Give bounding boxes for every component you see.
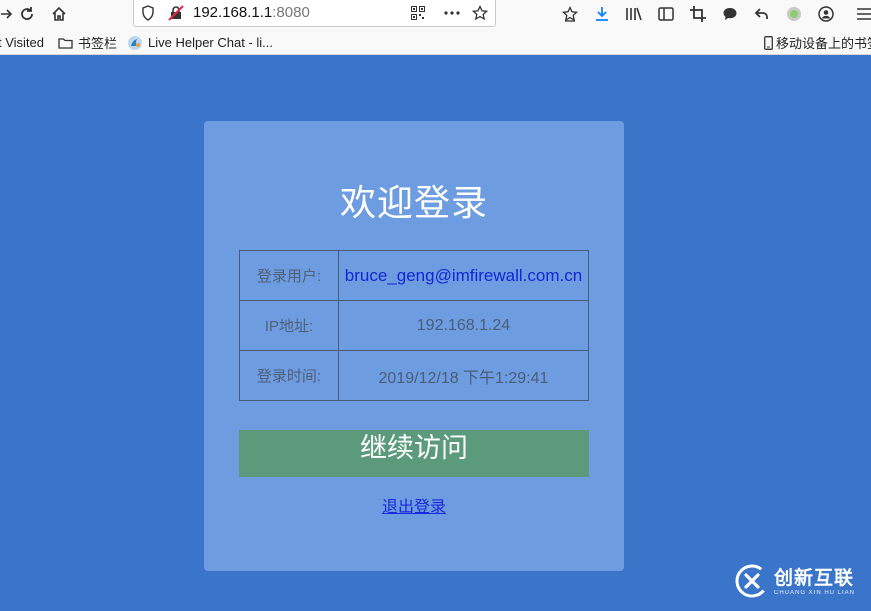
mobile-device-icon — [764, 35, 773, 50]
table-row: 登录时间: 2019/12/18 下午1:29:41 — [239, 350, 589, 401]
address-bar[interactable]: 192.168.1.1:8080 — [133, 0, 496, 27]
download-icon[interactable] — [590, 3, 614, 25]
account-icon[interactable] — [814, 3, 838, 25]
url-text[interactable]: 192.168.1.1:8080 — [193, 4, 310, 21]
watermark: 创新互联 CHUANG XIN HU LIAN — [735, 564, 856, 603]
bookmark-mobile[interactable]: 移动设备上的书签 — [764, 34, 871, 51]
menu-hamburger-icon[interactable] — [852, 3, 871, 25]
continue-button[interactable]: 继续访问 — [239, 430, 589, 477]
library-icon[interactable] — [622, 3, 646, 25]
watermark-logo-icon — [735, 564, 769, 603]
user-label: 登录用户: — [239, 250, 339, 301]
sidebar-icon[interactable] — [654, 3, 678, 25]
home-icon[interactable] — [47, 3, 71, 25]
table-row: IP地址: 192.168.1.24 — [239, 300, 589, 351]
insecure-lock-icon[interactable] — [166, 3, 186, 23]
bookmark-most-visited[interactable]: t Visited — [0, 34, 44, 51]
table-row: 登录用户: bruce_geng@imfirewall.com.cn — [239, 250, 589, 301]
login-info-table: 登录用户: bruce_geng@imfirewall.com.cn IP地址:… — [239, 250, 589, 401]
screenshot-crop-icon[interactable] — [686, 3, 710, 25]
login-time-label: 登录时间: — [239, 350, 339, 401]
folder-icon — [58, 37, 73, 49]
undo-arrow-icon[interactable] — [750, 3, 774, 25]
url-host: 192.168.1.1 — [193, 4, 273, 21]
bookmark-label: 移动设备上的书签 — [776, 36, 871, 51]
more-actions-icon[interactable] — [442, 3, 462, 23]
shield-icon[interactable] — [138, 3, 158, 23]
qr-code-icon[interactable] — [408, 3, 428, 23]
extension-status-icon[interactable] — [782, 3, 806, 25]
chat-bubble-icon[interactable] — [718, 3, 742, 25]
bookmark-folder-toolbar[interactable]: 书签栏 — [58, 34, 117, 51]
watermark-pinyin: CHUANG XIN HU LIAN — [774, 589, 856, 596]
login-time-value: 2019/12/18 下午1:29:41 — [338, 350, 589, 401]
page-title: 欢迎登录 — [339, 182, 488, 223]
user-value: bruce_geng@imfirewall.com.cn — [338, 250, 589, 301]
url-port: :8080 — [272, 4, 310, 21]
bookmark-label: Live Helper Chat - li... — [148, 35, 273, 50]
ip-label: IP地址: — [239, 300, 339, 351]
bookmark-label: t Visited — [0, 35, 45, 50]
bookmark-live-helper-chat[interactable]: Live Helper Chat - li... — [127, 34, 273, 51]
browser-toolbar: 192.168.1.1:8080 — [0, 0, 871, 30]
reading-list-star-icon[interactable] — [558, 3, 582, 25]
login-card: 欢迎登录 登录用户: bruce_geng@imfirewall.com.cn … — [204, 121, 624, 571]
ip-value: 192.168.1.24 — [338, 300, 589, 351]
live-helper-chat-favicon — [127, 35, 143, 51]
star-bookmark-icon[interactable] — [470, 3, 490, 23]
reload-icon[interactable] — [15, 3, 39, 25]
watermark-name: 创新互联 — [774, 567, 855, 589]
bookmarks-bar: t Visited 书签栏 Live Helper Chat - li... 移… — [0, 30, 871, 55]
bookmark-label: 书签栏 — [78, 36, 118, 51]
logout-link[interactable]: 退出登录 — [204, 493, 624, 517]
